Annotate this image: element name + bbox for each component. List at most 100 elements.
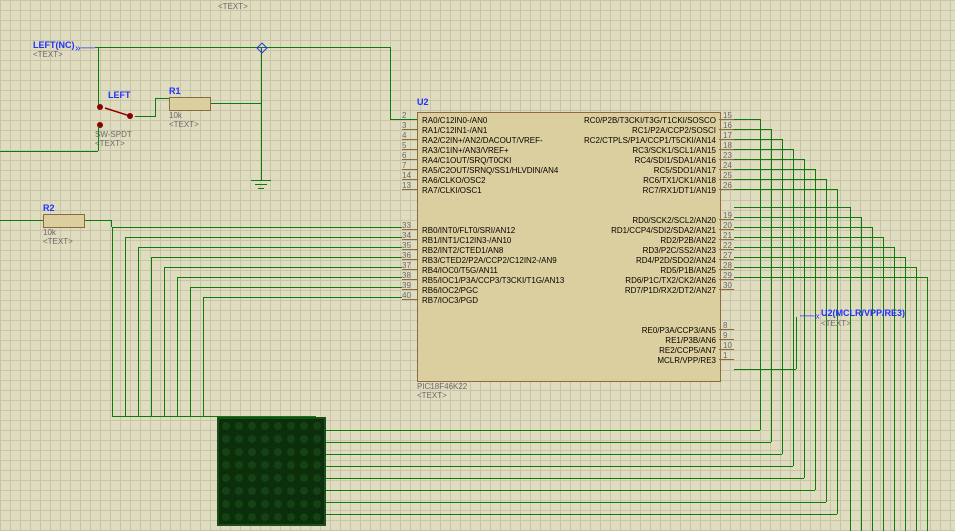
pin-number: 4 [402,131,406,140]
r2-text: <TEXT> [43,237,73,246]
pin-label: RA3/C1IN+/AN3/VREF+ [422,146,509,155]
pin-number: 10 [723,341,732,350]
pin-number: 34 [402,231,411,240]
pin-label: RB7/IOC3/PGD [422,296,478,305]
pin-label: RD7/P1D/RX2/DT2/AN27 [625,286,716,295]
pin-number: 7 [402,161,406,170]
terminal-left-nc-text: <TEXT> [33,50,63,59]
switch-part: SW-SPDT [95,130,132,139]
pin-label: RD2/P2B/AN22 [660,236,716,245]
pin-label: RC1/P2A/CCP2/SOSCI [632,126,716,135]
pin-label: RA1/C12IN1-/AN1 [422,126,487,135]
pin-number: 8 [723,321,727,330]
pin-number: 13 [402,181,411,190]
pin-number: 15 [723,111,732,120]
pin-number: 24 [723,161,732,170]
wire [155,98,156,117]
wire [98,47,99,105]
pin-label: RC5/SDO1/AN17 [654,166,716,175]
pin-number: 21 [723,231,732,240]
ruler-text: <TEXT> [218,2,248,11]
pin-label: RA2/C2IN+/AN2/DACOUT/VREF- [422,136,543,145]
wire [135,116,155,117]
switch-name: LEFT [108,90,131,100]
pin-label: RD5/P1B/AN25 [660,266,716,275]
gnd-bar [258,188,264,189]
pin-number: 26 [723,181,732,190]
arrow-icon: »── [75,43,95,54]
pin-label: RC3/SCK1/SCL1/AN15 [632,146,716,155]
pin-number: 27 [723,251,732,260]
pin-number: 38 [402,271,411,280]
pin-number: 14 [402,171,411,180]
resistor-r2[interactable] [43,214,85,228]
pin-label: RB4/IOC0/T5G/AN11 [422,266,498,275]
gnd-bar [255,184,267,185]
pin-number: 25 [723,171,732,180]
wire [85,220,111,221]
r1-text: <TEXT> [169,120,199,129]
pin-label: RB1/INT1/C12IN3-/AN10 [422,236,511,245]
pin-number: 18 [723,141,732,150]
pin-label: RA6/CLKO/OSC2 [422,176,486,185]
led-matrix[interactable] [217,417,326,526]
terminal-left-nc-label: LEFT(NC) [33,40,75,50]
pin-label: RB2/INT2/CTED1/AN8 [422,246,503,255]
pin-number: 16 [723,121,732,130]
pin-label: RE0/P3A/CCP3/AN5 [642,326,716,335]
pin-number: 36 [402,251,411,260]
pin-label: RA0/C12IN0-/AN0 [422,116,487,125]
pin-number: 33 [402,221,411,230]
gnd-bar [251,180,271,181]
wire [390,47,391,119]
pin-label: RC2/CTPLS/P1A/CCP1/T5CKI/AN14 [584,136,716,145]
wire [261,47,262,180]
pin-number: 22 [723,241,732,250]
u2-text: <TEXT> [417,391,447,400]
pin-label: RB5/IOC1/P3A/CCP3/T3CKI/T1G/AN13 [422,276,564,285]
pin-label: RD6/P1C/TX2/CK2/AN26 [625,276,716,285]
pin-label: RD1/CCP4/SDI2/SDA2/AN21 [611,226,716,235]
pin-number: 37 [402,261,411,270]
pin-label: RB3/CTED2/P2A/CCP2/C12IN2-/AN9 [422,256,557,265]
pin-number: 28 [723,261,732,270]
pin-label: MCLR/VPP/RE3 [657,356,716,365]
u2-name: U2 [417,97,429,107]
pin-label: RE2/CCP5/AN7 [659,346,716,355]
switch-text: <TEXT> [95,139,125,148]
pin-label: RC4/SDI1/SDA1/AN16 [635,156,716,165]
pin-label: RD3/P2C/SS2/AN23 [643,246,716,255]
pin-label: RC6/TX1/CK1/AN18 [643,176,716,185]
pin-number: 17 [723,131,732,140]
pin-number: 9 [723,331,727,340]
pin-number: 40 [402,291,411,300]
pin-number: 3 [402,121,406,130]
wire [155,98,169,99]
r2-name: R2 [43,203,55,213]
wire [0,151,98,152]
pin-number: 6 [402,151,406,160]
pin-label: RA5/C2OUT/SRNQ/SS1/HLVDIN/AN4 [422,166,558,175]
resistor-r1[interactable] [169,97,211,111]
pin-number: 5 [402,141,406,150]
pin-label: RC7/RX1/DT1/AN19 [643,186,716,195]
arrow-icon: »── [800,311,820,322]
wire [211,103,261,104]
pin-number: 20 [723,221,732,230]
r1-value: 10k [169,111,182,120]
r1-name: R1 [169,86,181,96]
pin-number: 23 [723,151,732,160]
wire [0,220,43,221]
pin-number: 35 [402,241,411,250]
wire [95,47,391,48]
pin-label: RB6/IOC2/PGC [422,286,478,295]
pin-label: RD0/SCK2/SCL2/AN20 [632,216,716,225]
pin-label: RE1/P3B/AN6 [665,336,716,345]
pin-label: RB0/INT0/FLT0/SRI/AN12 [422,226,515,235]
pin-label: RA4/C1OUT/SRQ/T0CKI [422,156,511,165]
pin-number: 39 [402,281,411,290]
r2-value: 10k [43,228,56,237]
wire [98,126,99,151]
terminal-mclr-text: <TEXT> [821,319,851,328]
wire [390,119,417,120]
